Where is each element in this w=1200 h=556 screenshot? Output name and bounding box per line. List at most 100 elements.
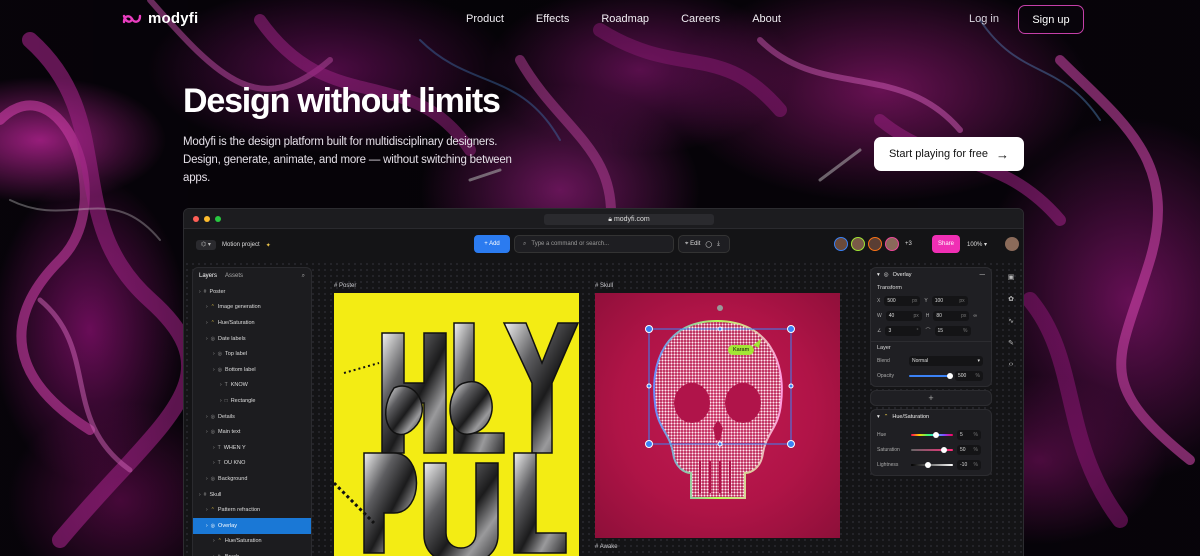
poster-frame[interactable]	[334, 293, 579, 556]
brand-logo[interactable]: modyfi	[122, 10, 198, 27]
layer-item[interactable]: › ◎ Top label	[193, 346, 311, 362]
more-collaborators-count[interactable]: +3	[905, 241, 912, 247]
adjust-icon[interactable]: ✎	[1008, 339, 1014, 347]
layer-item[interactable]: › ◎ Main text	[193, 424, 311, 440]
chevron-right-icon[interactable]: ›	[213, 538, 215, 544]
hue-field[interactable]: 5%	[957, 429, 981, 440]
layer-item[interactable]: › ◎ Background	[193, 471, 311, 487]
layer-item[interactable]: › ◎ Date labels	[193, 331, 311, 347]
saturation-field[interactable]: 50%	[957, 444, 981, 455]
nav-link-roadmap[interactable]: Roadmap	[601, 13, 649, 25]
add-effect-button[interactable]: +	[870, 390, 992, 406]
slider-knob[interactable]	[941, 446, 947, 453]
layer-item[interactable]: › T OU KNO	[193, 456, 311, 472]
chevron-right-icon[interactable]: ›	[206, 320, 208, 326]
x-field[interactable]: 500 px	[884, 295, 921, 306]
frame-label-awake[interactable]: # Awake	[595, 544, 618, 550]
comment-icon[interactable]: ◯	[705, 241, 712, 248]
overlay-card-header[interactable]: ▾ ◎ Overlay —	[871, 268, 991, 282]
chevron-right-icon[interactable]: ›	[206, 336, 208, 342]
avatar[interactable]	[834, 237, 848, 251]
chevron-right-icon[interactable]: ›	[220, 398, 222, 404]
slider-knob[interactable]	[947, 372, 953, 379]
effects-icon[interactable]: ✿	[1008, 295, 1014, 303]
layer-item[interactable]: › ◎ Overlay	[193, 517, 311, 534]
more-options-icon[interactable]: —	[980, 272, 986, 278]
nav-link-careers[interactable]: Careers	[681, 13, 720, 25]
avatar[interactable]	[868, 237, 882, 251]
layer-item[interactable]: › ◎ Details	[193, 409, 311, 425]
nav-link-product[interactable]: Product	[466, 13, 504, 25]
radius-field[interactable]: 15%	[934, 325, 971, 336]
layer-item[interactable]: › ⌃ Hue/Saturation	[193, 315, 311, 331]
chevron-right-icon[interactable]: ›	[206, 476, 208, 482]
h-field[interactable]: 80 px	[933, 310, 970, 321]
share-button[interactable]: Share	[932, 235, 960, 253]
opacity-slider[interactable]	[909, 372, 953, 379]
layer-item[interactable]: › # Skull	[193, 487, 311, 503]
layer-item[interactable]: › ⌃ Image generation	[193, 300, 311, 316]
nav-link-about[interactable]: About	[752, 13, 781, 25]
chevron-right-icon[interactable]: ›	[206, 414, 208, 420]
layer-item[interactable]: › ⌃ Pattern refraction	[193, 502, 311, 518]
link-ratio-icon[interactable]: ∞	[973, 313, 977, 319]
hue-card-header[interactable]: ▾ ⌃ Hue/Saturation	[871, 410, 991, 424]
animation-icon[interactable]: ∿	[1008, 317, 1014, 325]
project-switcher[interactable]: ⌬ ▾ Motion project ✦	[196, 240, 271, 250]
y-field[interactable]: 100 px	[931, 295, 968, 306]
address-bar[interactable]: 🔒︎ modyfi.com	[544, 214, 714, 225]
frame-label-poster[interactable]: # Poster	[334, 283, 356, 289]
layer-item[interactable]: › T KNOW	[193, 378, 311, 394]
layer-item[interactable]: ›✎Brush	[193, 549, 311, 556]
layer-item[interactable]: › # Poster	[193, 284, 311, 300]
maximize-dot-icon[interactable]	[215, 216, 221, 222]
layer-item[interactable]: › ◎ Bottom label	[193, 362, 311, 378]
chevron-right-icon[interactable]: ›	[199, 289, 201, 295]
chevron-right-icon[interactable]: ›	[199, 492, 201, 498]
w-field[interactable]: 40 px	[885, 310, 922, 321]
saturation-slider[interactable]	[911, 446, 953, 453]
add-button[interactable]: + Add	[474, 235, 510, 253]
nav-link-effects[interactable]: Effects	[536, 13, 569, 25]
close-dot-icon[interactable]	[193, 216, 199, 222]
rotation-field[interactable]: 3 °	[885, 325, 922, 336]
download-icon[interactable]: ⤓	[717, 241, 720, 248]
current-user-avatar[interactable]	[1005, 237, 1019, 251]
minimize-dot-icon[interactable]	[204, 216, 210, 222]
chevron-right-icon[interactable]: ›	[220, 382, 222, 388]
start-playing-button[interactable]: Start playing for free →	[874, 137, 1024, 171]
chevron-right-icon[interactable]: ›	[213, 351, 215, 357]
avatar[interactable]	[851, 237, 865, 251]
skull-frame[interactable]: Karam	[595, 293, 840, 538]
file-menu-icon[interactable]: ⌬ ▾	[196, 240, 216, 250]
chevron-right-icon[interactable]: ›	[206, 429, 208, 435]
signup-button[interactable]: Sign up	[1018, 5, 1084, 34]
lightness-slider[interactable]	[911, 461, 953, 468]
opacity-field[interactable]: 500%	[955, 370, 983, 381]
avatar[interactable]	[885, 237, 899, 251]
layer-item[interactable]: › T WHEN Y	[193, 440, 311, 456]
search-icon[interactable]: ⌕	[302, 273, 305, 280]
slider-knob[interactable]	[933, 431, 939, 438]
zoom-level[interactable]: 100% ▾	[967, 241, 987, 248]
blend-select[interactable]: Normal ▾	[909, 355, 983, 366]
slider-knob[interactable]	[925, 461, 931, 468]
image-icon[interactable]: ▣	[1008, 273, 1015, 281]
chevron-right-icon[interactable]: ›	[206, 304, 208, 310]
chevron-right-icon[interactable]: ›	[213, 367, 215, 373]
command-search-input[interactable]: ⌕ Type a command or search...	[514, 235, 674, 253]
frame-label-skull[interactable]: # Skull	[595, 283, 613, 289]
chevron-right-icon[interactable]: ›	[213, 460, 215, 466]
chevron-right-icon[interactable]: ›	[213, 445, 215, 451]
design-canvas[interactable]: Layers Assets ⌕ › # Poster › ⌃ Image generati…	[184, 261, 1023, 556]
code-icon[interactable]: ‹›	[1009, 361, 1014, 368]
chevron-right-icon[interactable]: ›	[206, 507, 208, 513]
login-link[interactable]: Log in	[969, 13, 999, 25]
lightness-field[interactable]: -10%	[957, 459, 981, 470]
edit-toggle[interactable]: ⌖ Edit	[685, 241, 700, 248]
tab-assets[interactable]: Assets	[225, 273, 243, 279]
hue-slider[interactable]	[911, 431, 953, 438]
layer-item[interactable]: › ⌃ Hue/Saturation	[193, 534, 311, 550]
tab-layers[interactable]: Layers	[199, 273, 217, 279]
layer-item[interactable]: › □ Rectangle	[193, 393, 311, 409]
